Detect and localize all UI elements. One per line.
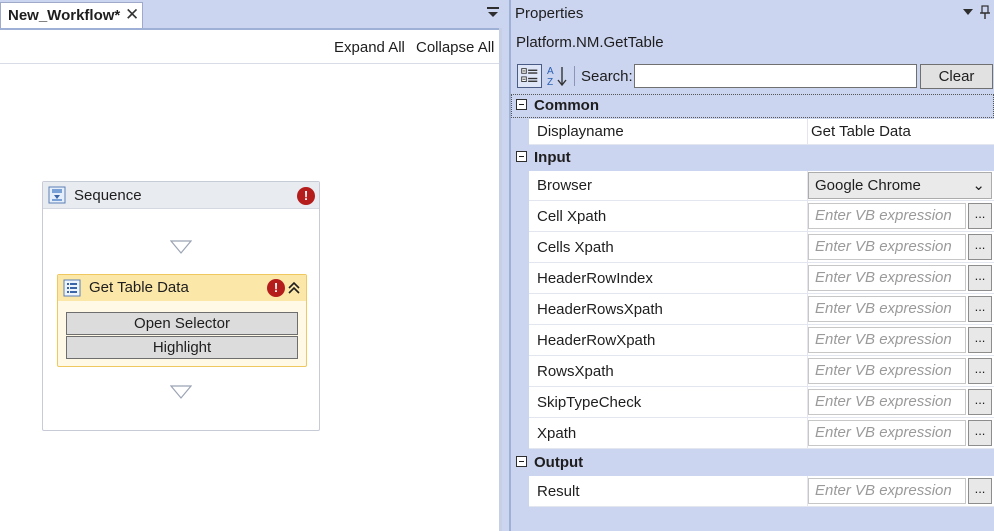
properties-title: Properties bbox=[515, 5, 584, 22]
drop-target-arrow bbox=[170, 240, 192, 254]
search-label: Search: bbox=[581, 68, 633, 85]
dropdown-menu-icon[interactable] bbox=[962, 6, 974, 18]
category-label: Common bbox=[534, 97, 599, 114]
tab-title: New_Workflow* bbox=[8, 7, 121, 24]
activity-title: Get Table Data bbox=[89, 279, 189, 296]
properties-toolbar: A Z Search: Clear bbox=[515, 63, 994, 91]
sequence-icon bbox=[48, 186, 66, 204]
chevron-down-icon: ⌄ bbox=[972, 177, 985, 194]
svg-text:Z: Z bbox=[547, 77, 553, 88]
displayname-value[interactable]: Get Table Data bbox=[811, 123, 911, 140]
skip-type-check-input[interactable]: Enter VB expression bbox=[808, 389, 966, 415]
activity-header[interactable]: Get Table Data ! bbox=[58, 275, 306, 301]
property-name: HeaderRowIndex bbox=[537, 270, 653, 287]
header-row-index-ellipsis-button[interactable]: ... bbox=[968, 265, 992, 291]
property-row-header-row-index[interactable]: HeaderRowIndex Enter VB expression ... bbox=[529, 263, 994, 294]
property-name: RowsXpath bbox=[537, 363, 614, 380]
search-input[interactable] bbox=[634, 64, 917, 88]
activity-list-icon bbox=[63, 279, 81, 297]
property-name: HeaderRowXpath bbox=[537, 332, 656, 349]
property-row-header-rows-xpath[interactable]: HeaderRowsXpath Enter VB expression ... bbox=[529, 294, 994, 325]
close-icon[interactable]: ✕ bbox=[125, 5, 139, 25]
property-row-xpath[interactable]: Xpath Enter VB expression ... bbox=[529, 418, 994, 449]
cell-xpath-input[interactable]: Enter VB expression bbox=[808, 203, 966, 229]
cells-xpath-ellipsis-button[interactable]: ... bbox=[968, 234, 992, 260]
svg-text:A: A bbox=[547, 66, 554, 77]
document-tabstrip: New_Workflow* ✕ bbox=[0, 0, 502, 28]
header-row-index-input[interactable]: Enter VB expression bbox=[808, 265, 966, 291]
browser-select[interactable]: Google Chrome ⌄ bbox=[808, 172, 992, 199]
cell-xpath-ellipsis-button[interactable]: ... bbox=[968, 203, 992, 229]
header-row-xpath-ellipsis-button[interactable]: ... bbox=[968, 327, 992, 353]
property-row-cell-xpath[interactable]: Cell Xpath Enter VB expression ... bbox=[529, 201, 994, 232]
sequence-header[interactable]: Sequence ! bbox=[43, 182, 319, 209]
property-name: Displayname bbox=[537, 123, 624, 140]
error-icon: ! bbox=[267, 279, 285, 297]
divider bbox=[807, 119, 808, 144]
activity-get-table-data[interactable]: Get Table Data ! Open Selector Highlight bbox=[57, 274, 307, 367]
categorized-icon[interactable] bbox=[517, 64, 542, 88]
header-rows-xpath-ellipsis-button[interactable]: ... bbox=[968, 296, 992, 322]
property-name: HeaderRowsXpath bbox=[537, 301, 663, 318]
collapse-icon[interactable] bbox=[516, 151, 527, 162]
divider bbox=[574, 66, 575, 86]
property-row-browser[interactable]: Browser Google Chrome ⌄ bbox=[529, 171, 994, 201]
header-rows-xpath-input[interactable]: Enter VB expression bbox=[808, 296, 966, 322]
property-row-result[interactable]: Result Enter VB expression ... bbox=[529, 476, 994, 507]
property-row-displayname[interactable]: Displayname Get Table Data bbox=[529, 119, 994, 145]
expand-collapse-bar: Expand All Collapse All bbox=[0, 30, 499, 64]
tab-new-workflow[interactable]: New_Workflow* ✕ bbox=[0, 2, 143, 28]
property-row-header-row-xpath[interactable]: HeaderRowXpath Enter VB expression ... bbox=[529, 325, 994, 356]
category-common[interactable]: Common bbox=[511, 94, 994, 118]
category-input[interactable]: Input bbox=[511, 146, 994, 170]
result-input[interactable]: Enter VB expression bbox=[808, 478, 966, 504]
property-grid: Common Displayname Get Table Data Input … bbox=[511, 94, 994, 531]
collapse-all-button[interactable]: Collapse All bbox=[416, 39, 494, 56]
dropdown-menu-icon[interactable] bbox=[486, 5, 500, 19]
collapse-icon[interactable] bbox=[287, 280, 301, 296]
property-row-skip-type-check[interactable]: SkipTypeCheck Enter VB expression ... bbox=[529, 387, 994, 418]
workflow-designer: New_Workflow* ✕ Expand All Collapse All … bbox=[0, 0, 502, 531]
pin-icon[interactable] bbox=[979, 4, 991, 20]
sort-az-icon[interactable]: A Z bbox=[545, 64, 570, 88]
sequence-container[interactable]: Sequence ! Get Table Data ! Open Selecto… bbox=[42, 181, 320, 431]
expand-all-button[interactable]: Expand All bbox=[334, 39, 405, 56]
collapse-icon[interactable] bbox=[516, 99, 527, 110]
drop-target-arrow bbox=[170, 385, 192, 399]
rows-xpath-ellipsis-button[interactable]: ... bbox=[968, 358, 992, 384]
open-selector-button[interactable]: Open Selector bbox=[66, 312, 298, 335]
rows-xpath-input[interactable]: Enter VB expression bbox=[808, 358, 966, 384]
activity-type-label: Platform.NM.GetTable bbox=[516, 34, 664, 51]
category-label: Input bbox=[534, 149, 571, 166]
xpath-ellipsis-button[interactable]: ... bbox=[968, 420, 992, 446]
category-label: Output bbox=[534, 454, 584, 471]
result-ellipsis-button[interactable]: ... bbox=[968, 478, 992, 504]
sequence-title: Sequence bbox=[74, 187, 142, 204]
property-row-cells-xpath[interactable]: Cells Xpath Enter VB expression ... bbox=[529, 232, 994, 263]
properties-panel: Properties Platform.NM.GetTable A Z Sear… bbox=[511, 0, 994, 531]
collapse-icon[interactable] bbox=[516, 456, 527, 467]
property-name: Cells Xpath bbox=[537, 239, 614, 256]
property-row-rows-xpath[interactable]: RowsXpath Enter VB expression ... bbox=[529, 356, 994, 387]
property-name: Browser bbox=[537, 177, 593, 194]
error-icon: ! bbox=[297, 187, 315, 205]
browser-value: Google Chrome bbox=[815, 177, 921, 194]
category-output[interactable]: Output bbox=[511, 451, 994, 475]
property-name: Cell Xpath bbox=[537, 208, 607, 225]
xpath-input[interactable]: Enter VB expression bbox=[808, 420, 966, 446]
clear-button[interactable]: Clear bbox=[920, 64, 993, 89]
property-name: SkipTypeCheck bbox=[537, 394, 642, 411]
cells-xpath-input[interactable]: Enter VB expression bbox=[808, 234, 966, 260]
properties-header: Properties bbox=[511, 0, 994, 28]
skip-type-check-ellipsis-button[interactable]: ... bbox=[968, 389, 992, 415]
property-name: Xpath bbox=[537, 425, 577, 442]
header-row-xpath-input[interactable]: Enter VB expression bbox=[808, 327, 966, 353]
property-name: Result bbox=[537, 483, 580, 500]
highlight-button[interactable]: Highlight bbox=[66, 336, 298, 359]
